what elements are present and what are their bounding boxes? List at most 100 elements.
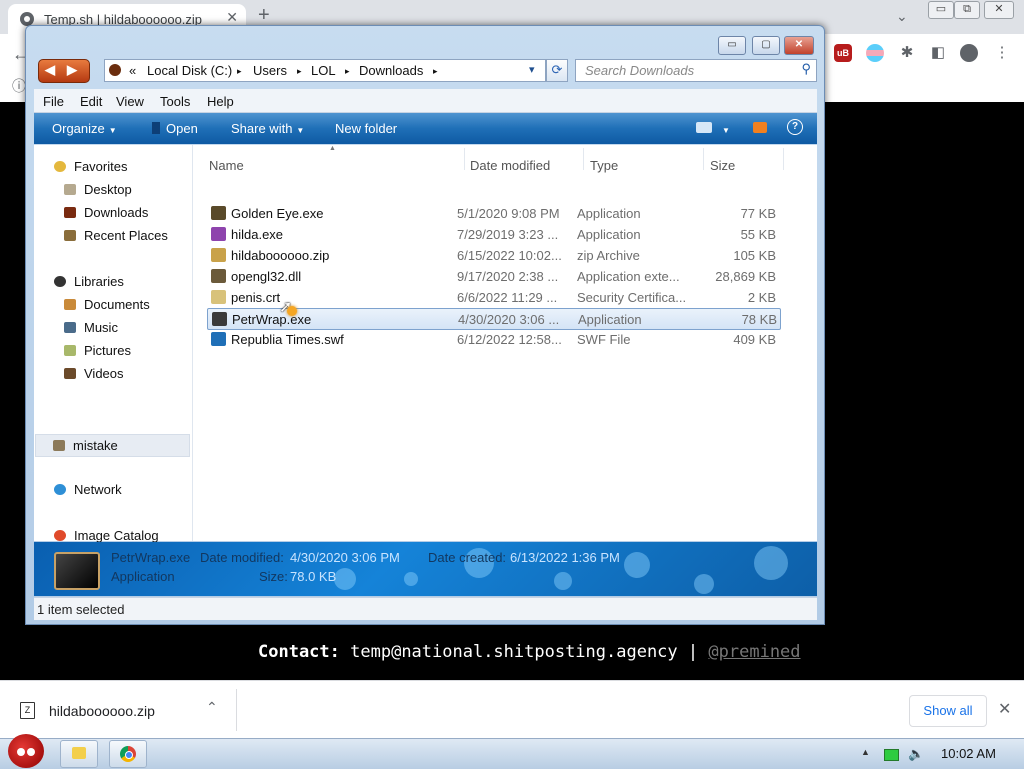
column-type[interactable]: Type — [590, 158, 618, 173]
search-input[interactable]: Search Downloads ⚲ — [575, 59, 817, 82]
nav-videos[interactable]: Videos — [64, 366, 124, 381]
file-row[interactable]: opengl32.dll 9/17/2020 2:38 ... Applicatio… — [207, 266, 779, 286]
open-label: Open — [166, 121, 198, 136]
open-button[interactable]: Open — [152, 121, 198, 136]
taskbar-chrome-button[interactable] — [109, 740, 147, 768]
battery-icon[interactable] — [884, 749, 899, 761]
breadcrumb-separator[interactable]: ▸ — [345, 66, 350, 77]
file-date-modified: 5/1/2020 9:08 PM — [457, 206, 560, 221]
certificate-icon — [211, 290, 226, 304]
new-folder-button[interactable]: New folder — [335, 121, 397, 136]
nav-network[interactable]: Network — [54, 482, 122, 497]
chevron-up-icon[interactable]: ⌃ — [206, 699, 218, 716]
column-name[interactable]: Name — [209, 158, 244, 173]
file-type: Application — [577, 206, 641, 221]
nav-desktop[interactable]: Desktop — [64, 182, 132, 197]
column-date-modified[interactable]: Date modified — [470, 158, 550, 173]
address-overflow[interactable]: « — [129, 63, 136, 78]
status-bar: 1 item selected — [34, 597, 817, 620]
refresh-icon[interactable]: ⟳ — [546, 59, 568, 82]
nav-music[interactable]: Music — [64, 320, 118, 335]
address-dropdown-icon[interactable]: ▾ — [529, 63, 535, 76]
pride-flag-icon[interactable] — [866, 44, 884, 62]
browser-restore-button[interactable]: ⧉ — [954, 1, 980, 19]
column-divider[interactable] — [583, 148, 584, 170]
puzzle-extensions-icon[interactable]: ✱ — [898, 44, 916, 62]
contact-email: temp@national.shitposting.agency — [350, 642, 678, 662]
file-row[interactable]: hildaboooooo.zip 6/15/2022 10:02... zip Ar… — [207, 245, 779, 265]
start-button[interactable] — [4, 728, 48, 768]
menu-file[interactable]: File — [43, 94, 64, 109]
downloads-icon — [64, 207, 76, 218]
nav-pictures[interactable]: Pictures — [64, 343, 131, 358]
column-divider[interactable] — [464, 148, 465, 170]
forward-button[interactable]: ▶ — [67, 62, 77, 78]
menu-dots-icon[interactable]: ⋮ — [993, 44, 1011, 62]
explorer-close-button[interactable]: ✕ — [784, 36, 814, 55]
nav-recent-places[interactable]: Recent Places — [64, 228, 168, 243]
nav-homegroup-mistake[interactable]: mistake — [35, 434, 190, 457]
breadcrumb-separator[interactable]: ▸ — [433, 66, 438, 77]
show-all-button[interactable]: Show all — [909, 695, 987, 727]
close-icon[interactable]: ✕ — [998, 699, 1011, 719]
menu-tools[interactable]: Tools — [160, 94, 190, 109]
browser-close-button[interactable]: ✕ — [984, 1, 1014, 19]
column-size[interactable]: Size — [710, 158, 735, 173]
breadcrumb-separator[interactable]: ▸ — [297, 66, 302, 77]
breadcrumb-downloads[interactable]: Downloads — [359, 63, 423, 78]
nav-documents[interactable]: Documents — [64, 297, 150, 312]
search-icon[interactable]: ⚲ — [801, 61, 811, 77]
file-row[interactable]: penis.crt 6/6/2022 11:29 ... Security Cert… — [207, 287, 779, 307]
help-icon[interactable]: ? — [787, 119, 803, 135]
breadcrumb-lol[interactable]: LOL — [311, 63, 336, 78]
tab-search-icon[interactable]: ⌄ — [896, 8, 908, 25]
file-row[interactable]: Republia Times.swf 6/12/2022 12:58... SWF … — [207, 329, 779, 349]
sort-arrow-icon: ▲ — [329, 145, 336, 152]
organize-button[interactable]: Organize ▼ — [52, 121, 117, 136]
details-kind: Application — [111, 569, 175, 584]
music-icon — [64, 322, 76, 333]
column-divider[interactable] — [703, 148, 704, 170]
download-item-name[interactable]: hildaboooooo.zip — [49, 703, 155, 719]
contact-handle-link[interactable]: @premined — [708, 642, 800, 662]
explorer-maximize-button[interactable]: ▢ — [752, 36, 780, 55]
browser-minimize-button[interactable]: ▭ — [928, 1, 954, 19]
nav-favorites[interactable]: Favorites — [54, 159, 127, 174]
new-tab-button[interactable]: + — [258, 4, 270, 27]
file-type: SWF File — [577, 332, 631, 347]
view-options-icon[interactable] — [696, 122, 712, 133]
column-divider[interactable] — [783, 148, 784, 170]
file-row[interactable]: hilda.exe 7/29/2019 3:23 ... Application 55… — [207, 224, 779, 244]
volume-icon[interactable]: 🔈 — [908, 746, 924, 762]
tray-expand-icon[interactable]: ▲ — [861, 747, 870, 757]
details-size-label: Size: — [259, 569, 288, 584]
taskbar-explorer-button[interactable] — [60, 740, 98, 768]
share-with-button[interactable]: Share with ▼ — [231, 121, 304, 136]
zip-icon — [211, 248, 226, 262]
breadcrumb-users[interactable]: Users — [253, 63, 287, 78]
file-size: 409 KB — [733, 332, 776, 347]
profile-icon[interactable] — [960, 44, 978, 62]
taskbar-clock[interactable]: 10:02 AM — [941, 746, 996, 761]
explorer-minimize-button[interactable]: ▭ — [718, 36, 746, 55]
menu-help[interactable]: Help — [207, 94, 234, 109]
side-panel-icon[interactable]: ◧ — [929, 44, 947, 62]
breadcrumb-separator[interactable]: ▸ — [237, 66, 242, 77]
site-info-icon[interactable]: ⓘ — [12, 76, 26, 96]
tab-close-icon[interactable]: ✕ — [226, 9, 238, 26]
view-caret-icon[interactable]: ▼ — [718, 121, 730, 136]
file-row[interactable]: Golden Eye.exe 5/1/2020 9:08 PM Applicatio… — [207, 203, 779, 223]
menu-view[interactable]: View — [116, 94, 144, 109]
breadcrumb-local-disk[interactable]: Local Disk (C:) — [147, 63, 232, 78]
preview-pane-icon[interactable] — [753, 122, 767, 133]
menu-edit[interactable]: Edit — [80, 94, 102, 109]
zip-file-icon: Z — [20, 702, 35, 719]
details-date-created-label: Date created: — [428, 550, 507, 565]
nav-libraries[interactable]: Libraries — [54, 274, 124, 289]
nav-image-catalog[interactable]: Image Catalog — [54, 528, 159, 543]
taskbar — [0, 738, 1024, 769]
address-bar[interactable]: « Local Disk (C:) ▸ Users ▸ LOL ▸ Downlo… — [104, 59, 546, 82]
back-button[interactable]: ◀ — [45, 62, 55, 78]
nav-downloads[interactable]: Downloads — [64, 205, 148, 220]
ublock-origin-icon[interactable]: uB — [834, 44, 852, 62]
